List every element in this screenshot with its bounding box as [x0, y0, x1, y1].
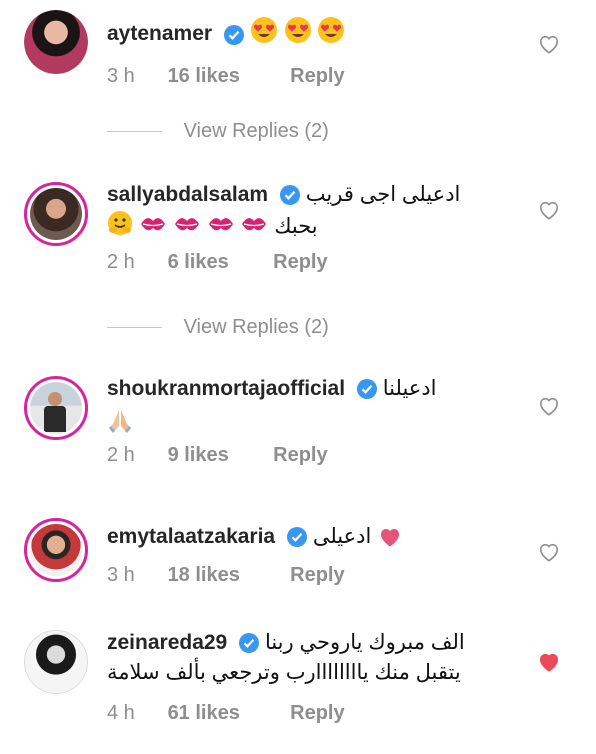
emoji-group [107, 210, 268, 245]
avatar[interactable] [24, 518, 88, 582]
avatar[interactable] [24, 182, 88, 246]
likes-count[interactable]: 18 likes [168, 564, 285, 587]
username[interactable]: zeinareda29 [107, 631, 227, 654]
view-replies-link[interactable]: View Replies (2) [107, 316, 329, 340]
likes-count[interactable]: 9 likes [168, 444, 268, 467]
comment-time: 3 h [107, 564, 135, 586]
like-heart-icon[interactable] [538, 542, 560, 562]
divider [107, 131, 162, 133]
heart-eyes-emojis [250, 16, 346, 53]
verified-icon [223, 24, 244, 45]
like-heart-icon[interactable] [538, 652, 560, 672]
hugging-face-icon [108, 211, 132, 235]
kiss-mark-icon [242, 218, 267, 231]
reply-button[interactable]: Reply [273, 251, 327, 274]
comment-text: ادعيلنا [382, 377, 437, 400]
likes-count[interactable]: 6 likes [168, 251, 268, 274]
likes-count[interactable]: 61 likes [168, 702, 285, 725]
username[interactable]: aytenamer [107, 22, 212, 45]
kiss-mark-icon [208, 218, 233, 231]
view-replies-link[interactable]: View Replies (2) [107, 120, 329, 144]
verified-icon [286, 527, 307, 548]
like-heart-icon[interactable] [538, 200, 560, 220]
avatar[interactable] [24, 10, 88, 74]
pink-heart-emoji-icon [381, 529, 400, 547]
heart-eyes-emoji-icon [250, 17, 277, 43]
username[interactable]: sallyabdalsalam [107, 183, 268, 206]
comment-text-line2: بحبك [274, 215, 318, 239]
comment-text-line2: يتقبل منك ياااااااارب وترجعي بألف سلامة [107, 661, 461, 684]
reply-button[interactable]: Reply [290, 564, 344, 587]
verified-icon [279, 185, 300, 206]
comment-time: 4 h [107, 702, 135, 724]
view-replies-label: View Replies (2) [183, 316, 329, 338]
reply-button[interactable]: Reply [290, 65, 344, 88]
divider [107, 327, 162, 329]
comment-text: الف مبروك ياروحي ربنا [264, 631, 465, 654]
verified-icon [356, 379, 377, 400]
avatar[interactable] [24, 630, 88, 694]
likes-count[interactable]: 16 likes [168, 65, 285, 88]
username[interactable]: shoukranmortajaofficial [107, 377, 345, 400]
comment-time: 2 h [107, 251, 135, 273]
kiss-mark-icon [140, 218, 165, 231]
comment-time: 2 h [107, 444, 135, 466]
heart-eyes-emoji-icon [318, 17, 345, 43]
avatar[interactable] [24, 376, 88, 440]
like-heart-icon[interactable] [538, 34, 560, 54]
kiss-mark-icon [174, 218, 199, 231]
heart-eyes-emoji-icon [284, 17, 311, 43]
reply-button[interactable]: Reply [290, 702, 344, 725]
like-heart-icon[interactable] [538, 396, 560, 416]
comment-text: ادعيلى اجى قريب [305, 183, 461, 206]
comment-time: 3 h [107, 65, 135, 87]
praying-hands-icon [108, 410, 132, 433]
reply-button[interactable]: Reply [273, 444, 327, 467]
verified-icon [239, 633, 260, 654]
username[interactable]: emytalaatzakaria [107, 525, 275, 548]
view-replies-label: View Replies (2) [183, 120, 329, 142]
comment-text: ادعيلى [312, 525, 372, 548]
